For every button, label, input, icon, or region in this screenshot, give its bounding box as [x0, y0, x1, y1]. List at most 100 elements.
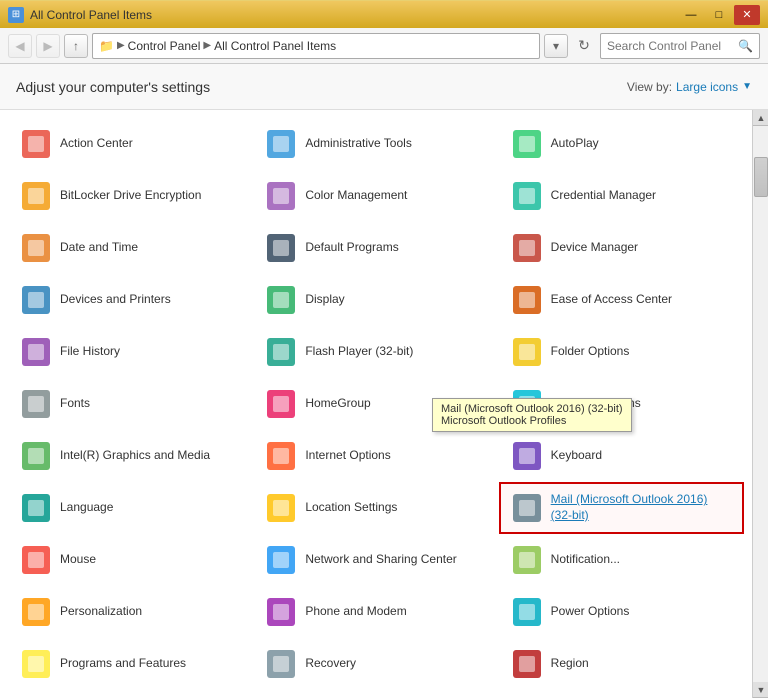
item-icon	[20, 284, 52, 316]
item-label: Devices and Printers	[60, 292, 171, 308]
control-panel-item[interactable]: Internet Options	[253, 430, 498, 482]
item-icon-svg	[20, 388, 52, 420]
item-icon	[20, 232, 52, 264]
item-icon-svg	[265, 128, 297, 160]
item-icon	[265, 544, 297, 576]
view-dropdown-arrow-icon[interactable]: ▼	[742, 81, 752, 92]
close-button[interactable]: ✕	[734, 5, 760, 25]
item-icon-svg	[265, 492, 297, 524]
address-path[interactable]: 📁 ▶ Control Panel ▶ All Control Panel It…	[92, 33, 540, 59]
control-panel-item[interactable]: Recovery	[253, 638, 498, 690]
control-panel-item[interactable]: Administrative Tools	[253, 118, 498, 170]
item-icon	[511, 284, 543, 316]
control-panel-item[interactable]: Devices and Printers	[8, 274, 253, 326]
search-box[interactable]: 🔍	[600, 33, 760, 59]
control-panel-item[interactable]: Phone and Modem	[253, 586, 498, 638]
item-label: Location Settings	[305, 500, 397, 516]
item-icon	[20, 336, 52, 368]
path-icon: 📁	[99, 39, 114, 53]
item-icon-svg	[20, 648, 52, 680]
item-icon	[265, 180, 297, 212]
item-icon	[265, 388, 297, 420]
control-panel-item[interactable]: Display	[253, 274, 498, 326]
control-panel-item[interactable]: Default Programs	[253, 222, 498, 274]
item-label: Network and Sharing Center	[305, 552, 456, 568]
item-label: Default Programs	[305, 240, 398, 256]
header-bar: Adjust your computer's settings View by:…	[0, 64, 768, 110]
item-icon-svg	[20, 336, 52, 368]
item-icon-svg	[265, 596, 297, 628]
item-icon	[265, 128, 297, 160]
tooltip-line2: Microsoft Outlook Profiles	[441, 415, 623, 427]
control-panel-item[interactable]: Location Settings	[253, 482, 498, 534]
search-input[interactable]	[607, 39, 734, 53]
item-label: Mail (Microsoft Outlook 2016) (32-bit)	[551, 492, 732, 523]
control-panel-item[interactable]: Network and Sharing Center	[253, 534, 498, 586]
item-label: Phone and Modem	[305, 604, 406, 620]
control-panel-item[interactable]: Date and Time	[8, 222, 253, 274]
item-icon	[265, 232, 297, 264]
control-panel-item[interactable]: Fonts	[8, 378, 253, 430]
item-icon	[511, 544, 543, 576]
address-bar: ◀ ▶ ↑ 📁 ▶ Control Panel ▶ All Control Pa…	[0, 28, 768, 64]
tooltip-line1: Mail (Microsoft Outlook 2016) (32-bit)	[441, 403, 623, 415]
item-icon	[265, 440, 297, 472]
item-label: Credential Manager	[551, 188, 656, 204]
item-icon-svg	[511, 544, 543, 576]
item-label: Device Manager	[551, 240, 638, 256]
control-panel-item[interactable]: BitLocker Drive Encryption	[8, 170, 253, 222]
item-icon	[265, 492, 297, 524]
scrollbar[interactable]: ▲ ▼	[752, 110, 768, 698]
item-icon-svg	[511, 492, 543, 524]
scroll-thumb[interactable]	[754, 157, 768, 197]
control-panel-item[interactable]: Programs and Features	[8, 638, 253, 690]
control-panel-item[interactable]: Folder Options	[499, 326, 744, 378]
control-panel-item[interactable]: Mail (Microsoft Outlook 2016) (32-bit)	[499, 482, 744, 534]
refresh-button[interactable]: ↻	[572, 34, 596, 58]
address-dropdown[interactable]: ▾	[544, 34, 568, 58]
item-icon-svg	[20, 596, 52, 628]
control-panel-item[interactable]: Ease of Access Center	[499, 274, 744, 326]
item-label: Color Management	[305, 188, 407, 204]
item-icon	[20, 128, 52, 160]
control-panel-item[interactable]: File History	[8, 326, 253, 378]
control-panel-item[interactable]: Intel(R) Graphics and Media	[8, 430, 253, 482]
item-icon	[511, 336, 543, 368]
control-panel-item[interactable]: Credential Manager	[499, 170, 744, 222]
item-icon-svg	[20, 440, 52, 472]
control-panel-item[interactable]: AutoPlay	[499, 118, 744, 170]
item-icon-svg	[265, 440, 297, 472]
forward-button[interactable]: ▶	[36, 34, 60, 58]
control-panel-item[interactable]: Language	[8, 482, 253, 534]
control-panel-item[interactable]: Mouse	[8, 534, 253, 586]
control-panel-item[interactable]: Power Options	[499, 586, 744, 638]
item-label: Mouse	[60, 552, 96, 568]
back-button[interactable]: ◀	[8, 34, 32, 58]
item-icon	[511, 492, 543, 524]
item-label: Personalization	[60, 604, 142, 620]
control-panel-item[interactable]: Keyboard	[499, 430, 744, 482]
item-icon-svg	[511, 440, 543, 472]
item-label: Fonts	[60, 396, 90, 412]
maximize-button[interactable]: □	[706, 5, 732, 25]
up-button[interactable]: ↑	[64, 34, 88, 58]
item-label: Programs and Features	[60, 656, 186, 672]
scroll-up-button[interactable]: ▲	[753, 110, 768, 126]
control-panel-item[interactable]: Device Manager	[499, 222, 744, 274]
item-label: File History	[60, 344, 120, 360]
item-label: Flash Player (32-bit)	[305, 344, 413, 360]
minimize-button[interactable]: —	[678, 5, 704, 25]
control-panel-item[interactable]: Color Management	[253, 170, 498, 222]
item-label: AutoPlay	[551, 136, 599, 152]
view-by-dropdown[interactable]: Large icons	[676, 80, 738, 94]
control-panel-item[interactable]: Region	[499, 638, 744, 690]
items-grid: Action Center Administrative Tools AutoP…	[0, 110, 752, 698]
control-panel-item[interactable]: Flash Player (32-bit)	[253, 326, 498, 378]
control-panel-item[interactable]: Notification...	[499, 534, 744, 586]
item-label: Notification...	[551, 552, 620, 568]
control-panel-item[interactable]: Action Center	[8, 118, 253, 170]
window-title: All Control Panel Items	[30, 8, 152, 22]
control-panel-item[interactable]: Personalization	[8, 586, 253, 638]
item-label: Action Center	[60, 136, 133, 152]
scroll-down-button[interactable]: ▼	[753, 682, 768, 698]
